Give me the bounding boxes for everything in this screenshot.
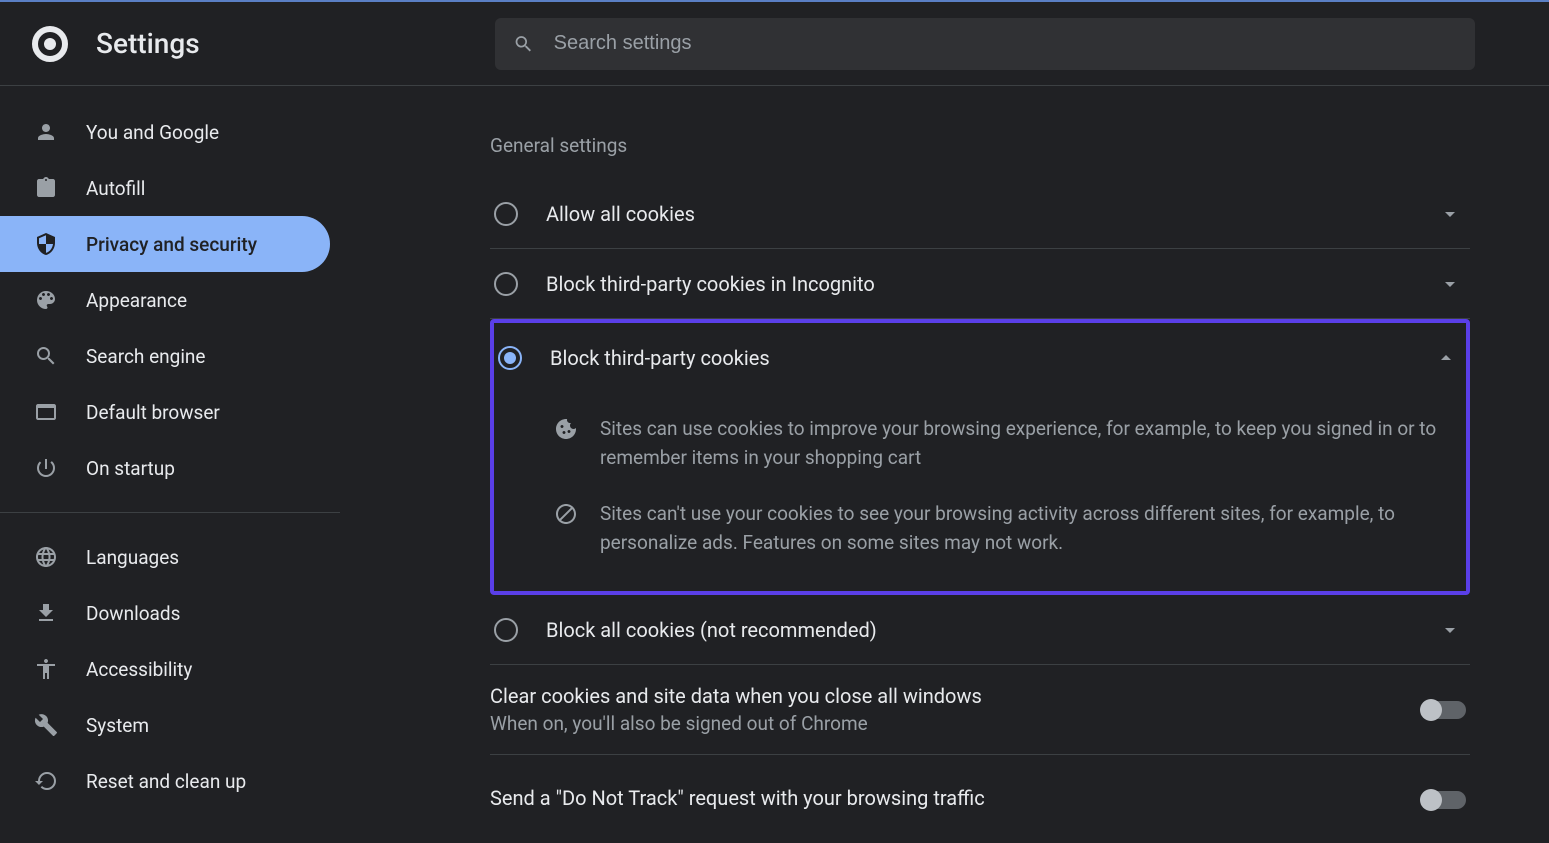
option-label: Block third-party cookies in Incognito: [546, 272, 1438, 296]
sidebar-item-label: You and Google: [86, 121, 219, 144]
sidebar-item-label: Reset and clean up: [86, 770, 246, 793]
option-block-third-party-cookies[interactable]: Block third-party cookies: [494, 323, 1466, 393]
sidebar-item-languages[interactable]: Languages: [0, 529, 330, 585]
browser-icon: [34, 400, 58, 424]
block-icon: [554, 502, 578, 530]
option-label: Block all cookies (not recommended): [546, 618, 1438, 642]
sidebar-divider: [0, 512, 340, 513]
main-layout: You and Google Autofill Privacy and secu…: [0, 86, 1549, 843]
setting-title: Clear cookies and site data when you clo…: [490, 684, 1422, 708]
sidebar-item-you-and-google[interactable]: You and Google: [0, 104, 330, 160]
setting-subtitle: When on, you'll also be signed out of Ch…: [490, 712, 1422, 735]
radio-icon[interactable]: [498, 346, 522, 370]
globe-icon: [34, 545, 58, 569]
sidebar[interactable]: You and Google Autofill Privacy and secu…: [0, 86, 340, 843]
explain-text: Sites can use cookies to improve your br…: [600, 415, 1446, 472]
sidebar-item-label: System: [86, 714, 149, 737]
accessibility-icon: [34, 657, 58, 681]
option-expanded-detail: Sites can use cookies to improve your br…: [494, 393, 1466, 591]
sidebar-item-label: Search engine: [86, 345, 206, 368]
setting-title: Send a "Do Not Track" request with your …: [490, 786, 1422, 810]
setting-text: Clear cookies and site data when you clo…: [490, 684, 1422, 735]
radio-icon[interactable]: [494, 618, 518, 642]
page-title: Settings: [96, 27, 200, 60]
power-icon: [34, 456, 58, 480]
sidebar-item-system[interactable]: System: [0, 697, 330, 753]
search-input[interactable]: [554, 32, 1457, 55]
sidebar-item-label: Autofill: [86, 177, 145, 200]
app-header: Settings: [0, 2, 1549, 86]
sidebar-item-accessibility[interactable]: Accessibility: [0, 641, 330, 697]
highlighted-option-box: Block third-party cookies Sites can use …: [490, 319, 1470, 595]
content-area: General settings Allow all cookies Block…: [340, 86, 1549, 843]
download-icon: [34, 601, 58, 625]
explain-row-allowed: Sites can use cookies to improve your br…: [554, 401, 1446, 486]
option-block-all-cookies[interactable]: Block all cookies (not recommended): [490, 595, 1470, 665]
option-label: Block third-party cookies: [550, 346, 1434, 370]
explain-row-blocked: Sites can't use your cookies to see your…: [554, 486, 1446, 571]
sidebar-item-label: Default browser: [86, 401, 220, 424]
sidebar-item-autofill[interactable]: Autofill: [0, 160, 330, 216]
palette-icon: [34, 288, 58, 312]
option-block-third-party-incognito[interactable]: Block third-party cookies in Incognito: [490, 249, 1470, 319]
search-icon: [34, 344, 58, 368]
content-inner: General settings Allow all cookies Block…: [490, 86, 1470, 843]
search-container[interactable]: [495, 18, 1475, 70]
chevron-down-icon: [1438, 618, 1462, 642]
sidebar-item-label: Languages: [86, 546, 179, 569]
sidebar-item-reset-and-clean-up[interactable]: Reset and clean up: [0, 753, 330, 809]
section-heading: General settings: [490, 134, 1470, 157]
cookie-icon: [554, 417, 578, 445]
sidebar-item-on-startup[interactable]: On startup: [0, 440, 330, 496]
restore-icon: [34, 769, 58, 793]
sidebar-item-label: Appearance: [86, 289, 187, 312]
sidebar-item-label: Privacy and security: [86, 233, 257, 256]
setting-text: Send a "Do Not Track" request with your …: [490, 786, 1422, 814]
toggle-switch[interactable]: [1422, 701, 1466, 719]
clipboard-icon: [34, 176, 58, 200]
setting-do-not-track[interactable]: Send a "Do Not Track" request with your …: [490, 755, 1470, 843]
setting-clear-on-close[interactable]: Clear cookies and site data when you clo…: [490, 665, 1470, 755]
person-icon: [34, 120, 58, 144]
shield-icon: [34, 232, 58, 256]
sidebar-item-default-browser[interactable]: Default browser: [0, 384, 330, 440]
wrench-icon: [34, 713, 58, 737]
chevron-down-icon: [1438, 272, 1462, 296]
radio-icon[interactable]: [494, 272, 518, 296]
radio-icon[interactable]: [494, 202, 518, 226]
chrome-logo-icon: [32, 26, 68, 62]
option-allow-all-cookies[interactable]: Allow all cookies: [490, 179, 1470, 249]
sidebar-item-label: Downloads: [86, 602, 180, 625]
sidebar-item-downloads[interactable]: Downloads: [0, 585, 330, 641]
explain-text: Sites can't use your cookies to see your…: [600, 500, 1446, 557]
toggle-switch[interactable]: [1422, 791, 1466, 809]
option-label: Allow all cookies: [546, 202, 1438, 226]
sidebar-item-label: Accessibility: [86, 658, 192, 681]
sidebar-item-search-engine[interactable]: Search engine: [0, 328, 330, 384]
sidebar-item-label: On startup: [86, 457, 175, 480]
sidebar-item-privacy-and-security[interactable]: Privacy and security: [0, 216, 330, 272]
search-icon: [513, 33, 534, 55]
chevron-up-icon: [1434, 346, 1458, 370]
chevron-down-icon: [1438, 202, 1462, 226]
sidebar-item-appearance[interactable]: Appearance: [0, 272, 330, 328]
